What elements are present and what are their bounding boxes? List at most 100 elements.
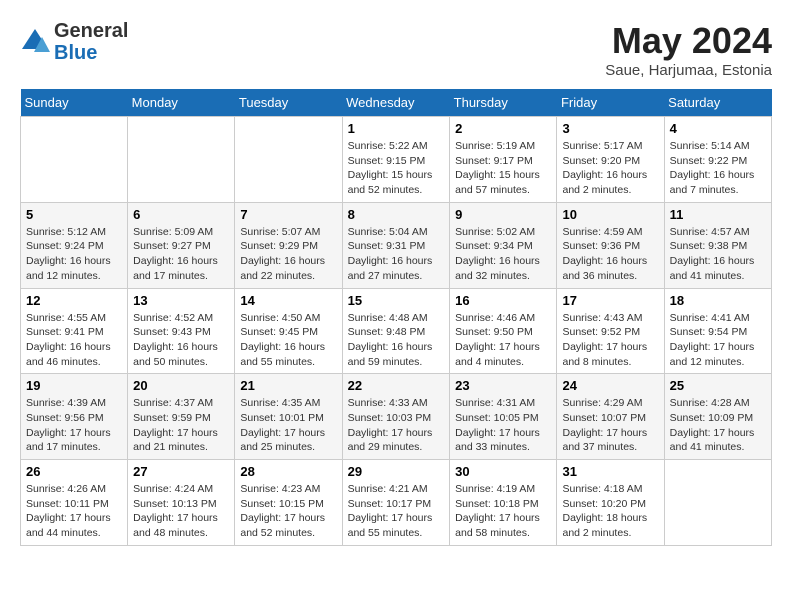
- weekday-header-sunday: Sunday: [21, 89, 128, 117]
- weekday-header-row: SundayMondayTuesdayWednesdayThursdayFrid…: [21, 89, 772, 117]
- day-number: 19: [26, 378, 122, 393]
- day-info: Sunrise: 5:04 AM Sunset: 9:31 PM Dayligh…: [348, 225, 445, 284]
- weekday-header-saturday: Saturday: [664, 89, 771, 117]
- calendar-cell: 17 Sunrise: 4:43 AM Sunset: 9:52 PM Dayli…: [557, 288, 664, 374]
- day-info: Sunrise: 4:48 AM Sunset: 9:48 PM Dayligh…: [348, 311, 445, 370]
- day-number: 16: [455, 293, 551, 308]
- calendar-cell: 19 Sunrise: 4:39 AM Sunset: 9:56 PM Dayli…: [21, 374, 128, 460]
- day-info: Sunrise: 4:26 AM Sunset: 10:11 PM Daylig…: [26, 482, 122, 541]
- logo: General Blue: [20, 20, 128, 64]
- calendar-table: SundayMondayTuesdayWednesdayThursdayFrid…: [20, 89, 772, 546]
- weekday-header-tuesday: Tuesday: [235, 89, 342, 117]
- calendar-cell: 8Sunrise: 5:04 AM Sunset: 9:31 PM Daylig…: [342, 202, 450, 288]
- calendar-cell: 15 Sunrise: 4:48 AM Sunset: 9:48 PM Dayli…: [342, 288, 450, 374]
- day-number: 1: [348, 121, 445, 136]
- calendar-cell: [128, 117, 235, 203]
- calendar-cell: [664, 460, 771, 546]
- calendar-cell: 3 Sunrise: 5:17 AM Sunset: 9:20 PM Daylig…: [557, 117, 664, 203]
- calendar-cell: 4Sunrise: 5:14 AM Sunset: 9:22 PM Daylig…: [664, 117, 771, 203]
- day-number: 7: [240, 207, 336, 222]
- day-info: Sunrise: 4:52 AM Sunset: 9:43 PM Dayligh…: [133, 311, 229, 370]
- day-info: Sunrise: 4:43 AM Sunset: 9:52 PM Dayligh…: [562, 311, 658, 370]
- day-number: 6: [133, 207, 229, 222]
- calendar-cell: 25Sunrise: 4:28 AM Sunset: 10:09 PM Dayl…: [664, 374, 771, 460]
- calendar-cell: 9 Sunrise: 5:02 AM Sunset: 9:34 PM Daylig…: [450, 202, 557, 288]
- calendar-cell: 14Sunrise: 4:50 AM Sunset: 9:45 PM Dayli…: [235, 288, 342, 374]
- week-row-5: 26 Sunrise: 4:26 AM Sunset: 10:11 PM Dayl…: [21, 460, 772, 546]
- day-number: 31: [562, 464, 658, 479]
- day-number: 18: [670, 293, 766, 308]
- day-number: 14: [240, 293, 336, 308]
- day-info: Sunrise: 4:24 AM Sunset: 10:13 PM Daylig…: [133, 482, 229, 541]
- calendar-cell: [21, 117, 128, 203]
- calendar-cell: 18Sunrise: 4:41 AM Sunset: 9:54 PM Dayli…: [664, 288, 771, 374]
- day-info: Sunrise: 5:09 AM Sunset: 9:27 PM Dayligh…: [133, 225, 229, 284]
- day-number: 26: [26, 464, 122, 479]
- day-number: 27: [133, 464, 229, 479]
- week-row-4: 19 Sunrise: 4:39 AM Sunset: 9:56 PM Dayli…: [21, 374, 772, 460]
- day-info: Sunrise: 4:57 AM Sunset: 9:38 PM Dayligh…: [670, 225, 766, 284]
- day-info: Sunrise: 4:59 AM Sunset: 9:36 PM Dayligh…: [562, 225, 658, 284]
- logo-icon: [20, 27, 50, 57]
- day-number: 5: [26, 207, 122, 222]
- logo-general-text: General: [54, 20, 128, 42]
- day-number: 17: [562, 293, 658, 308]
- day-info: Sunrise: 4:46 AM Sunset: 9:50 PM Dayligh…: [455, 311, 551, 370]
- month-title: May 2024: [605, 20, 772, 62]
- day-number: 21: [240, 378, 336, 393]
- calendar-cell: 20 Sunrise: 4:37 AM Sunset: 9:59 PM Dayli…: [128, 374, 235, 460]
- day-number: 15: [348, 293, 445, 308]
- day-number: 23: [455, 378, 551, 393]
- calendar-cell: 30Sunrise: 4:19 AM Sunset: 10:18 PM Dayl…: [450, 460, 557, 546]
- calendar-cell: 29 Sunrise: 4:21 AM Sunset: 10:17 PM Dayl…: [342, 460, 450, 546]
- location: Saue, Harjumaa, Estonia: [605, 62, 772, 79]
- day-number: 29: [348, 464, 445, 479]
- day-number: 25: [670, 378, 766, 393]
- day-number: 13: [133, 293, 229, 308]
- day-number: 3: [562, 121, 658, 136]
- day-number: 20: [133, 378, 229, 393]
- day-number: 10: [562, 207, 658, 222]
- calendar-cell: 27 Sunrise: 4:24 AM Sunset: 10:13 PM Dayl…: [128, 460, 235, 546]
- weekday-header-monday: Monday: [128, 89, 235, 117]
- day-info: Sunrise: 4:23 AM Sunset: 10:15 PM Daylig…: [240, 482, 336, 541]
- day-info: Sunrise: 4:21 AM Sunset: 10:17 PM Daylig…: [348, 482, 445, 541]
- day-info: Sunrise: 4:35 AM Sunset: 10:01 PM Daylig…: [240, 396, 336, 455]
- day-number: 22: [348, 378, 445, 393]
- day-info: Sunrise: 4:33 AM Sunset: 10:03 PM Daylig…: [348, 396, 445, 455]
- calendar-cell: 21 Sunrise: 4:35 AM Sunset: 10:01 PM Dayl…: [235, 374, 342, 460]
- calendar-cell: 12Sunrise: 4:55 AM Sunset: 9:41 PM Dayli…: [21, 288, 128, 374]
- calendar-cell: 26 Sunrise: 4:26 AM Sunset: 10:11 PM Dayl…: [21, 460, 128, 546]
- page-header: General Blue May 2024 Saue, Harjumaa, Es…: [20, 20, 772, 79]
- day-info: Sunrise: 4:29 AM Sunset: 10:07 PM Daylig…: [562, 396, 658, 455]
- day-info: Sunrise: 5:14 AM Sunset: 9:22 PM Dayligh…: [670, 139, 766, 198]
- calendar-cell: 13 Sunrise: 4:52 AM Sunset: 9:43 PM Dayli…: [128, 288, 235, 374]
- day-info: Sunrise: 5:17 AM Sunset: 9:20 PM Dayligh…: [562, 139, 658, 198]
- day-info: Sunrise: 5:22 AM Sunset: 9:15 PM Dayligh…: [348, 139, 445, 198]
- weekday-header-wednesday: Wednesday: [342, 89, 450, 117]
- day-info: Sunrise: 5:19 AM Sunset: 9:17 PM Dayligh…: [455, 139, 551, 198]
- day-number: 9: [455, 207, 551, 222]
- calendar-cell: 2 Sunrise: 5:19 AM Sunset: 9:17 PM Daylig…: [450, 117, 557, 203]
- calendar-cell: 31 Sunrise: 4:18 AM Sunset: 10:20 PM Dayl…: [557, 460, 664, 546]
- day-number: 2: [455, 121, 551, 136]
- day-info: Sunrise: 5:02 AM Sunset: 9:34 PM Dayligh…: [455, 225, 551, 284]
- calendar-cell: 22 Sunrise: 4:33 AM Sunset: 10:03 PM Dayl…: [342, 374, 450, 460]
- day-info: Sunrise: 4:39 AM Sunset: 9:56 PM Dayligh…: [26, 396, 122, 455]
- week-row-1: 1 Sunrise: 5:22 AM Sunset: 9:15 PM Daylig…: [21, 117, 772, 203]
- weekday-header-thursday: Thursday: [450, 89, 557, 117]
- day-number: 24: [562, 378, 658, 393]
- calendar-cell: 5Sunrise: 5:12 AM Sunset: 9:24 PM Daylig…: [21, 202, 128, 288]
- calendar-cell: 11Sunrise: 4:57 AM Sunset: 9:38 PM Dayli…: [664, 202, 771, 288]
- day-number: 28: [240, 464, 336, 479]
- calendar-cell: 23 Sunrise: 4:31 AM Sunset: 10:05 PM Dayl…: [450, 374, 557, 460]
- day-info: Sunrise: 4:18 AM Sunset: 10:20 PM Daylig…: [562, 482, 658, 541]
- calendar-cell: 1 Sunrise: 5:22 AM Sunset: 9:15 PM Daylig…: [342, 117, 450, 203]
- week-row-3: 12Sunrise: 4:55 AM Sunset: 9:41 PM Dayli…: [21, 288, 772, 374]
- calendar-cell: 16 Sunrise: 4:46 AM Sunset: 9:50 PM Dayli…: [450, 288, 557, 374]
- day-info: Sunrise: 5:07 AM Sunset: 9:29 PM Dayligh…: [240, 225, 336, 284]
- day-number: 30: [455, 464, 551, 479]
- day-info: Sunrise: 4:37 AM Sunset: 9:59 PM Dayligh…: [133, 396, 229, 455]
- day-number: 12: [26, 293, 122, 308]
- day-info: Sunrise: 4:31 AM Sunset: 10:05 PM Daylig…: [455, 396, 551, 455]
